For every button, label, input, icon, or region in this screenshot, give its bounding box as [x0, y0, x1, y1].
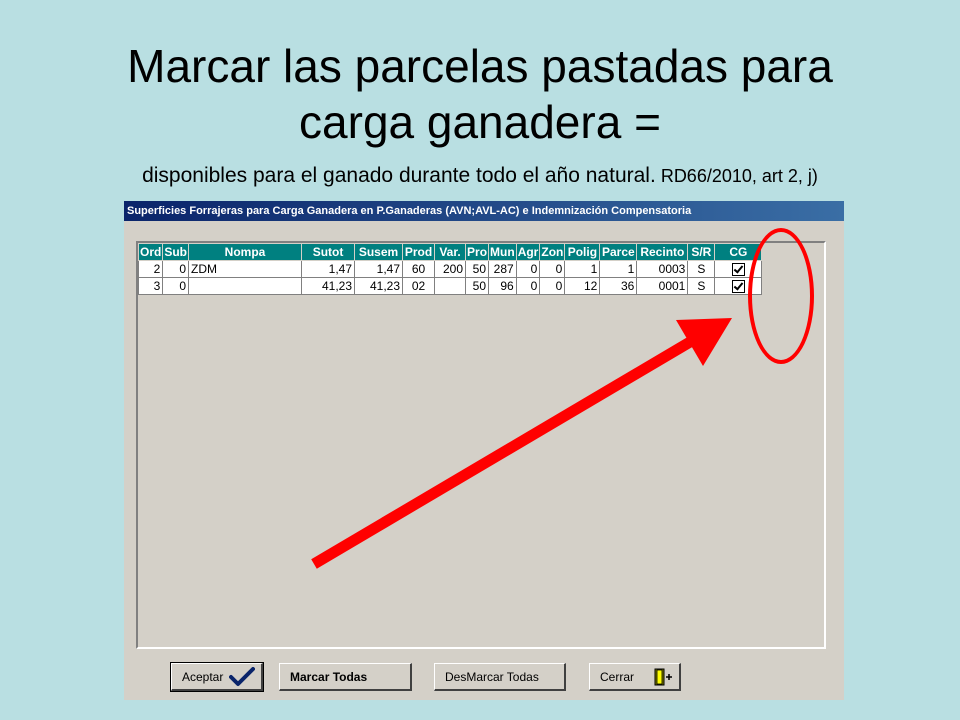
annotation-arrow: [311, 318, 732, 569]
